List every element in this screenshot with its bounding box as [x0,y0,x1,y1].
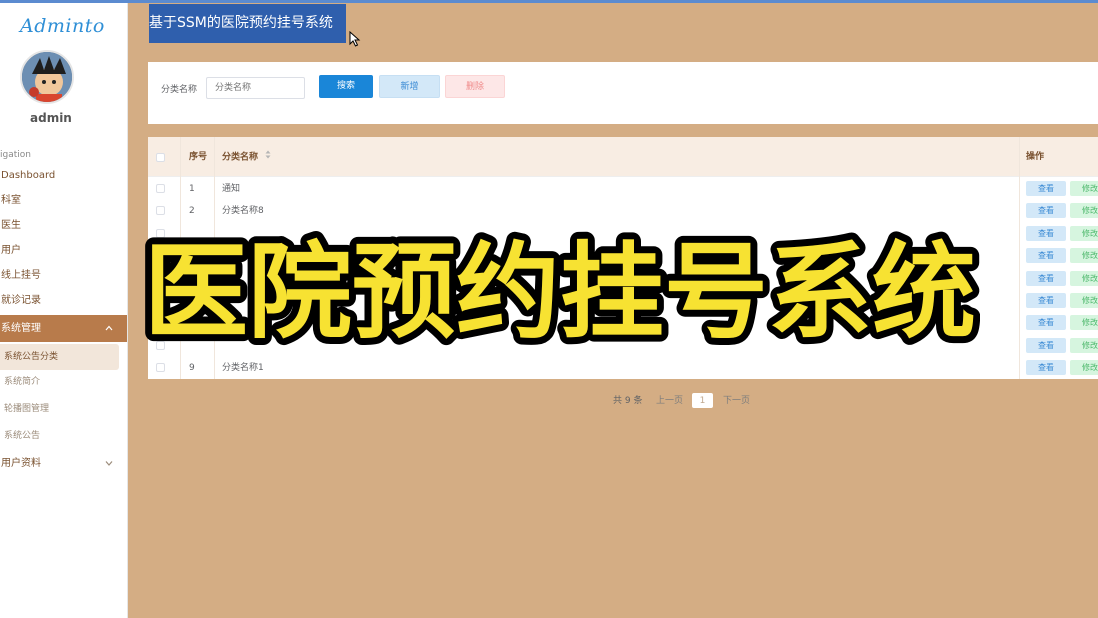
sidebar-group-label: 系统管理 [1,323,41,334]
column-header-label: 分类名称 [222,152,259,163]
sidebar-item-visit-records[interactable]: 就诊记录 [0,290,127,312]
nav-heading: igation [0,150,31,160]
sidebar-subitem-label: 系统公告 [4,431,41,441]
search-input[interactable] [206,77,305,99]
sidebar-group-system-management[interactable]: 系统管理 [0,315,127,342]
column-header-name[interactable]: 分类名称 [222,137,271,177]
sidebar-subitem-label: 系统简介 [4,377,41,387]
view-button[interactable]: 查看 [1026,270,1066,286]
sidebar: Adminto admin igation Dashboard 科室 医生 用户… [0,3,128,618]
chevron-down-icon [105,453,113,475]
sidebar-subitem-system-intro[interactable]: 系统简介 [0,371,127,393]
sidebar-item-label: 用户 [1,245,21,256]
pagination-prev-button[interactable]: 上一页 [656,393,683,409]
pagination-total: 共 9 条 [613,396,643,406]
sort-icon[interactable] [265,137,271,177]
view-button[interactable]: 查看 [1026,248,1066,264]
search-panel: 分类名称 搜索 新增 删除 [148,62,1098,124]
view-button[interactable]: 查看 [1026,203,1066,219]
edit-button[interactable]: 修改 [1070,315,1098,331]
table-row: 9 分类名称1 查看 修改 [148,357,1098,379]
edit-button[interactable]: 修改 [1070,181,1098,196]
search-button[interactable]: 搜索 [319,75,373,98]
sidebar-item-users[interactable]: 用户 [0,240,127,262]
username: admin [30,111,72,125]
edit-button[interactable]: 修改 [1070,270,1098,286]
sidebar-subitem-announcement-category[interactable]: 系统公告分类 [0,344,119,370]
sidebar-item-label: 用户资料 [1,458,41,469]
sidebar-subitem-label: 系统公告分类 [4,352,59,362]
edit-button[interactable]: 修改 [1070,225,1098,241]
sidebar-item-label: 医生 [1,220,21,231]
row-checkbox[interactable] [156,206,165,216]
sidebar-item-label: Dashboard [1,170,56,181]
cell-name: 通知 [222,184,241,194]
view-button[interactable]: 查看 [1026,337,1066,353]
sidebar-subitem-carousel[interactable]: 轮播图管理 [0,398,127,420]
sidebar-item-user-profile[interactable]: 用户资料 [0,453,127,475]
edit-button[interactable]: 修改 [1070,293,1098,308]
pagination-page-button[interactable]: 1 [692,393,713,408]
edit-button[interactable]: 修改 [1070,248,1098,264]
view-button[interactable]: 查看 [1026,181,1066,196]
column-header-index: 序号 [189,152,208,162]
select-all-checkbox[interactable] [156,153,165,162]
pagination-next-button[interactable]: 下一页 [723,393,750,409]
delete-button[interactable]: 删除 [445,75,505,98]
mouse-cursor-icon [349,30,361,47]
edit-button[interactable]: 修改 [1070,337,1098,353]
edit-button[interactable]: 修改 [1070,203,1098,219]
table-row: 1 通知 查看 修改 [148,178,1098,200]
row-checkbox[interactable] [156,184,165,193]
sidebar-item-label: 科室 [1,195,21,206]
cell-index: 9 [189,363,195,374]
chevron-up-icon [105,315,113,342]
sidebar-item-label: 线上挂号 [1,270,41,281]
sidebar-subitem-announcement[interactable]: 系统公告 [0,425,127,447]
row-checkbox[interactable] [156,363,165,373]
view-button[interactable]: 查看 [1026,360,1066,376]
cell-index: 1 [189,184,195,194]
column-header-actions: 操作 [1026,152,1045,162]
cell-name: 分类名称1 [222,363,264,374]
sidebar-item-doctor[interactable]: 医生 [0,215,127,237]
overlay-caption: 医院预约挂号系统 医院预约挂号系统 [140,224,980,350]
sidebar-item-dashboard[interactable]: Dashboard [0,165,127,187]
app-logo[interactable]: Adminto [20,15,105,37]
page-title: 基于SSM的医院预约挂号系统 [149,4,346,43]
view-button[interactable]: 查看 [1026,293,1066,308]
table-header: 序号 分类名称 操作 [148,137,1098,177]
sidebar-item-online-registration[interactable]: 线上挂号 [0,265,127,287]
search-label: 分类名称 [161,85,198,95]
add-button[interactable]: 新增 [379,75,440,98]
view-button[interactable]: 查看 [1026,225,1066,241]
edit-button[interactable]: 修改 [1070,360,1098,376]
window-top-border [0,0,1098,3]
sidebar-item-department[interactable]: 科室 [0,190,127,212]
sidebar-subitem-label: 轮播图管理 [4,404,50,414]
sidebar-item-label: 就诊记录 [1,295,41,306]
view-button[interactable]: 查看 [1026,315,1066,331]
avatar[interactable] [20,50,74,104]
overlay-caption-text: 医院预约挂号系统 [144,231,976,350]
